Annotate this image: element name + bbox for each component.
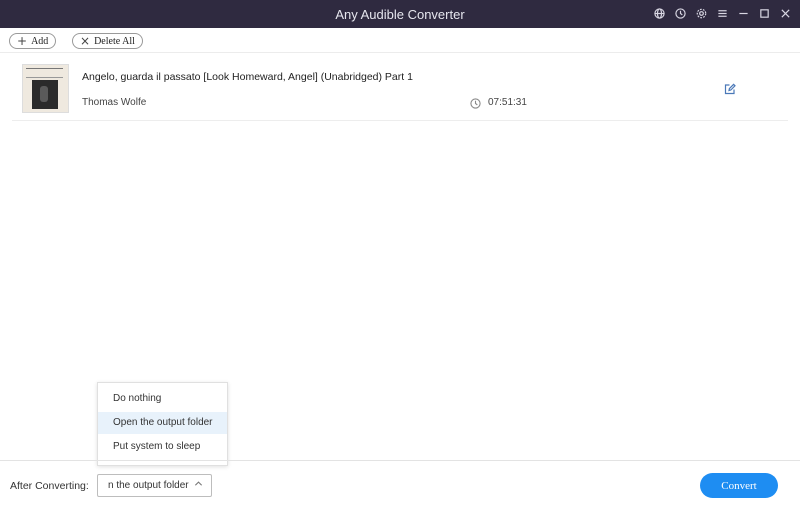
dropdown-option-sleep[interactable]: Put system to sleep (98, 436, 227, 458)
book-duration: 07:51:31 (488, 97, 527, 108)
edit-icon[interactable] (724, 82, 736, 95)
chevron-up-icon (194, 479, 203, 488)
add-button[interactable]: + Add (9, 33, 57, 49)
after-converting-value: n the output folder (108, 480, 189, 491)
history-icon[interactable] (672, 5, 689, 22)
book-author: Thomas Wolfe (82, 97, 147, 108)
plus-icon: + (17, 34, 28, 48)
clock-icon (470, 96, 481, 109)
add-button-label: Add (31, 35, 49, 47)
settings-icon[interactable] (693, 5, 710, 22)
globe-icon[interactable] (651, 5, 668, 22)
convert-button[interactable]: Convert (700, 473, 778, 498)
title-bar: Any Audible Converter (0, 0, 800, 28)
book-title: Angelo, guarda il passato [Look Homeward… (82, 71, 413, 83)
delete-all-button-label: Delete All (94, 35, 135, 47)
after-converting-dropdown-menu: Do nothing Open the output folder Put sy… (97, 382, 228, 466)
minimize-icon[interactable] (735, 5, 752, 22)
toolbar: + Add × Delete All (0, 28, 800, 53)
after-converting-label: After Converting: (10, 480, 89, 492)
maximize-icon[interactable] (756, 5, 773, 22)
menu-icon[interactable] (714, 5, 731, 22)
bottom-bar: After Converting: n the output folder Co… (0, 460, 800, 509)
x-icon: × (80, 34, 91, 48)
window-controls (651, 5, 794, 22)
book-list-item[interactable]: Angelo, guarda il passato [Look Homeward… (12, 62, 788, 121)
book-cover-image (22, 64, 69, 113)
dropdown-option-open-output-folder[interactable]: Open the output folder (98, 412, 227, 434)
after-converting-select[interactable]: n the output folder (97, 474, 212, 497)
delete-all-button[interactable]: × Delete All (72, 33, 143, 49)
close-icon[interactable] (777, 5, 794, 22)
dropdown-option-do-nothing[interactable]: Do nothing (98, 388, 227, 410)
